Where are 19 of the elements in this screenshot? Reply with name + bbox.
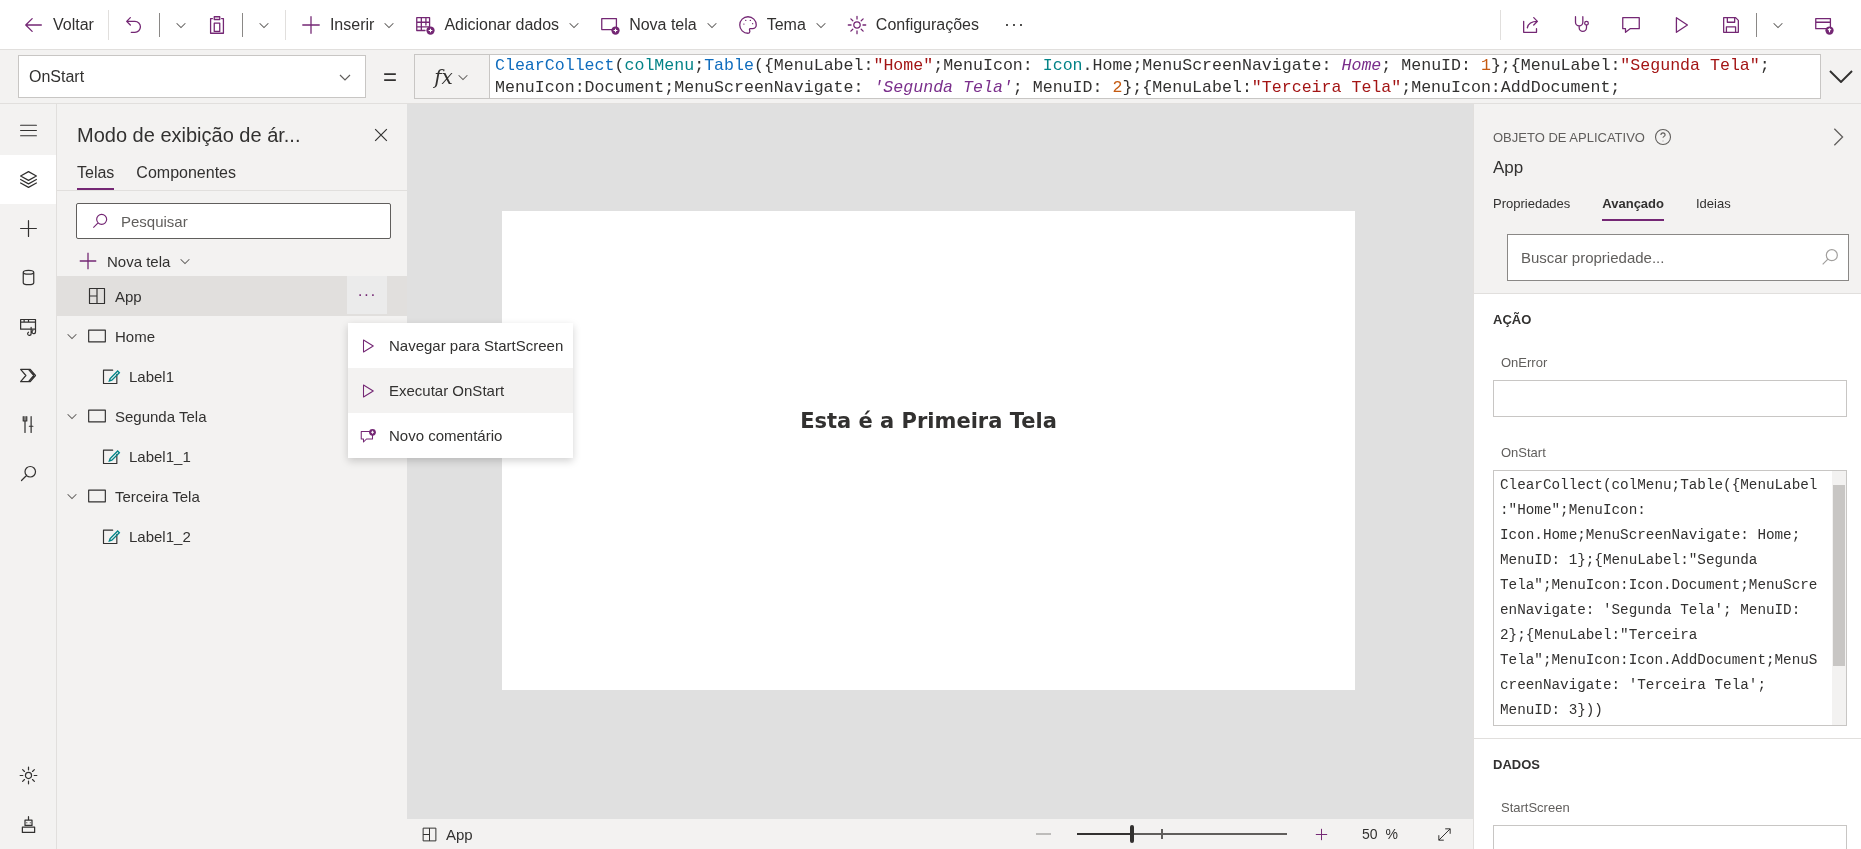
tree-item-label: App: [115, 287, 142, 305]
tree-item-label: Segunda Tela: [115, 407, 207, 425]
section-title: DADOS: [1493, 757, 1541, 772]
object-name: App: [1493, 158, 1525, 178]
tree-item-label: Home: [115, 327, 155, 345]
zoom-unit: %: [1385, 826, 1398, 842]
panel-title: Modo de exibição de ár...: [77, 123, 301, 147]
property-label: OnError: [1501, 355, 1549, 370]
tree-item-label: Label1: [129, 367, 175, 385]
tree-item-label: Terceira Tela: [115, 487, 200, 505]
tree-item-label: Label1_2: [129, 527, 191, 545]
equals-sign: =: [382, 62, 398, 91]
tree-item-label: Label1_1: [129, 447, 191, 465]
object-type-label: OBJETO DE APLICATIVO: [1493, 129, 1645, 145]
property-label: StartScreen: [1501, 800, 1571, 815]
selection-name: App: [446, 825, 473, 843]
zoom-value: 50: [1361, 826, 1378, 842]
section-title: AÇÃO: [1493, 312, 1533, 327]
property-label: OnStart: [1501, 445, 1547, 460]
